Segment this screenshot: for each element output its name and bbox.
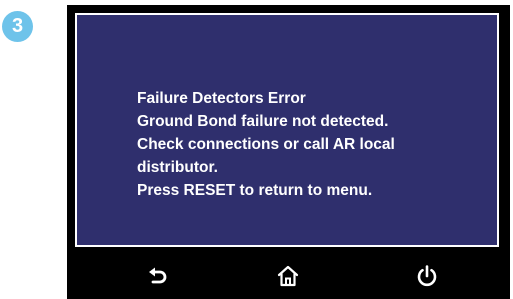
back-button[interactable] [141, 259, 175, 293]
error-detail-line: Ground Bond failure not detected. [137, 113, 389, 130]
step-number-badge: 3 [2, 11, 33, 42]
error-message: Failure Detectors Error Ground Bond fail… [137, 87, 497, 202]
bottom-nav-bar [67, 253, 510, 299]
power-icon [417, 265, 437, 287]
error-instruction-line-continued: distributor. [137, 159, 218, 176]
error-instruction-line: Check connections or call AR local [137, 136, 395, 153]
device-display-frame: Failure Detectors Error Ground Bond fail… [67, 5, 510, 299]
error-screen: Failure Detectors Error Ground Bond fail… [75, 13, 499, 247]
home-icon [277, 265, 299, 287]
reset-instruction-line: Press RESET to return to menu. [137, 182, 373, 199]
power-button[interactable] [410, 259, 444, 293]
back-arrow-icon [149, 267, 167, 284]
error-title: Failure Detectors Error [137, 90, 306, 107]
home-button[interactable] [271, 259, 305, 293]
